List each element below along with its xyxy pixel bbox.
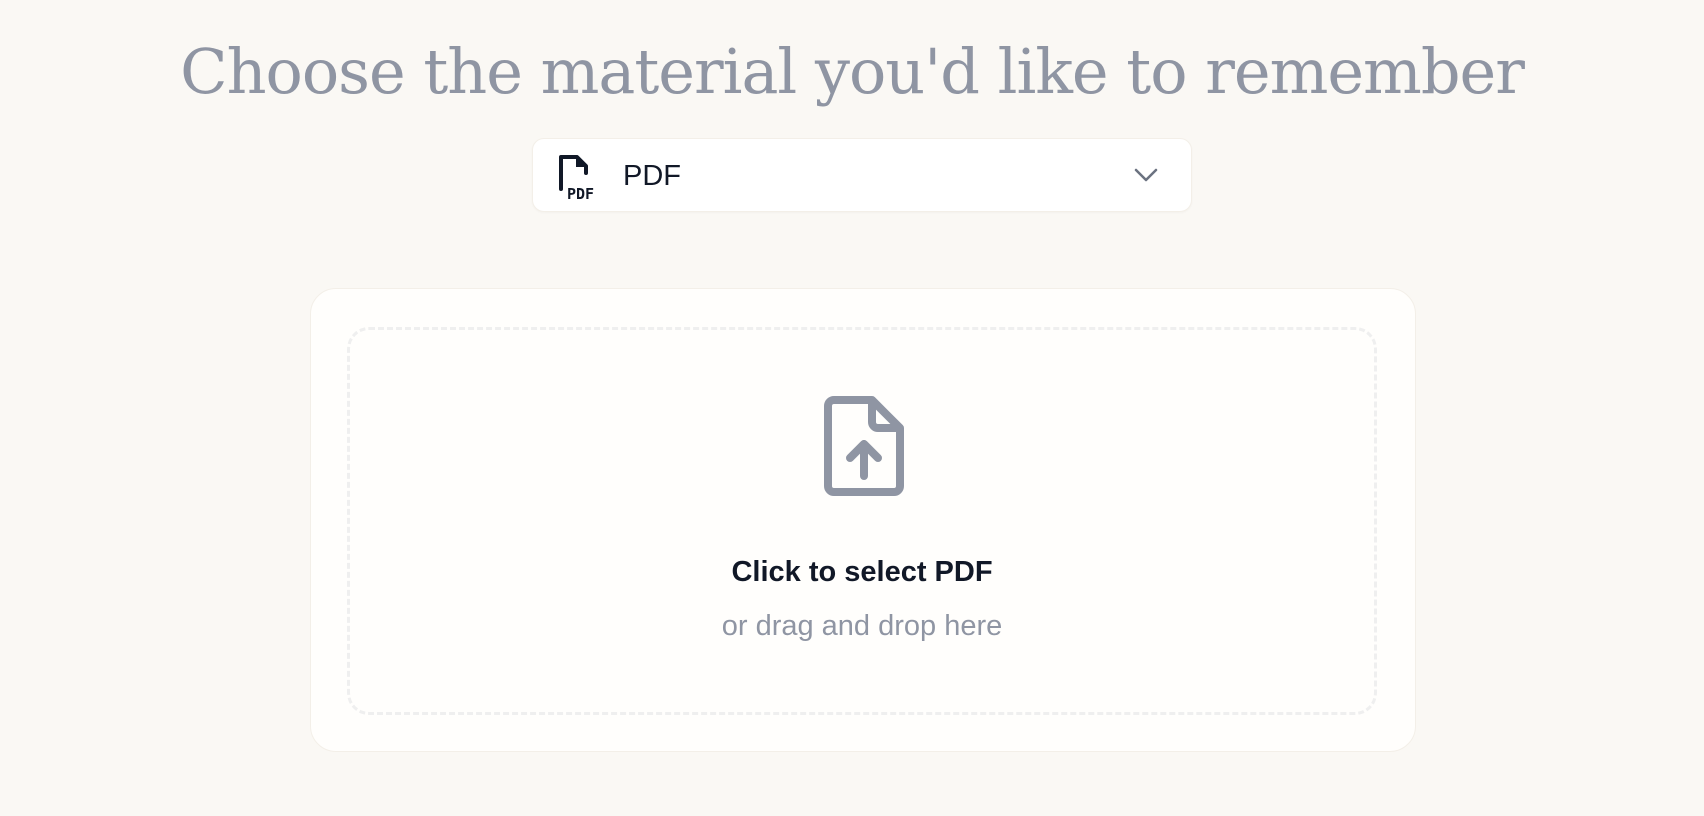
selected-material-type: PDF [623, 160, 681, 192]
file-upload-icon [820, 394, 908, 498]
upload-card: Click to select PDF or drag and drop her… [310, 288, 1416, 752]
pdf-file-icon: PDF [555, 153, 601, 203]
material-type-select[interactable]: PDF PDF [532, 138, 1192, 212]
file-dropzone[interactable]: Click to select PDF or drag and drop her… [347, 327, 1377, 715]
upload-primary-text: Click to select PDF [731, 556, 993, 588]
chevron-down-icon [1133, 165, 1159, 185]
svg-text:PDF: PDF [567, 185, 594, 201]
page-title: Choose the material you'd like to rememb… [180, 35, 1525, 108]
upload-secondary-text: or drag and drop here [721, 610, 1003, 642]
